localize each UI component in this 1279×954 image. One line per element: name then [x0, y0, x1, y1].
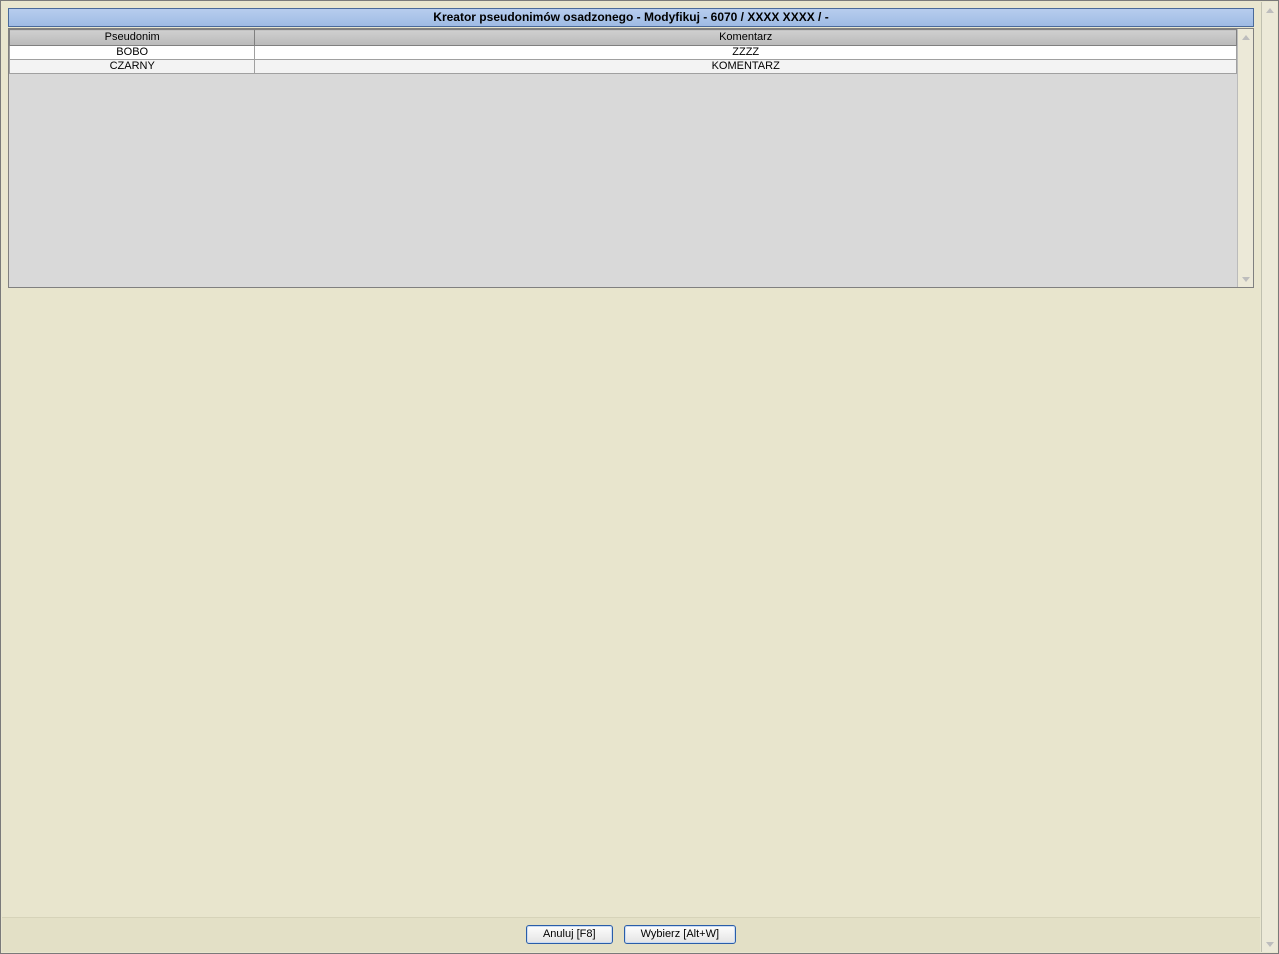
chevron-down-icon — [1242, 277, 1250, 282]
cell-comment: ZZZZ — [255, 46, 1237, 60]
scroll-down-button[interactable] — [1238, 271, 1253, 287]
table-row[interactable]: CZARNY KOMENTARZ — [10, 60, 1237, 74]
table-header-row: Pseudonim Komentarz — [10, 30, 1237, 46]
table-row[interactable]: BOBO ZZZZ — [10, 46, 1237, 60]
pseudonym-grid: Pseudonim Komentarz BOBO ZZZZ CZARNY — [8, 28, 1254, 288]
cancel-button[interactable]: Anuluj [F8] — [526, 925, 613, 944]
window-title: Kreator pseudonimów osadzonego - Modyfik… — [8, 8, 1254, 27]
chevron-up-icon — [1266, 8, 1274, 13]
select-button[interactable]: Wybierz [Alt+W] — [624, 925, 736, 944]
column-header-comment[interactable]: Komentarz — [255, 30, 1237, 46]
lower-panel — [2, 288, 1260, 917]
chevron-down-icon — [1266, 942, 1274, 947]
content-area: Kreator pseudonimów osadzonego - Modyfik… — [2, 2, 1260, 952]
cell-comment: KOMENTARZ — [255, 60, 1237, 74]
chevron-up-icon — [1242, 35, 1250, 40]
cell-pseudonym: BOBO — [10, 46, 255, 60]
cell-pseudonym: CZARNY — [10, 60, 255, 74]
application-window: Kreator pseudonimów osadzonego - Modyfik… — [0, 0, 1279, 954]
button-bar: Anuluj [F8] Wybierz [Alt+W] — [2, 917, 1260, 952]
upper-panel: Kreator pseudonimów osadzonego - Modyfik… — [2, 2, 1260, 288]
scroll-up-button[interactable] — [1238, 29, 1253, 45]
grid-body: Pseudonim Komentarz BOBO ZZZZ CZARNY — [9, 29, 1237, 287]
page-scrollbar[interactable] — [1261, 2, 1277, 952]
data-table: Pseudonim Komentarz BOBO ZZZZ CZARNY — [9, 29, 1237, 74]
page-scroll-down-button[interactable] — [1262, 936, 1277, 952]
page-scroll-up-button[interactable] — [1262, 2, 1277, 18]
column-header-pseudonym[interactable]: Pseudonim — [10, 30, 255, 46]
grid-scrollbar[interactable] — [1237, 29, 1253, 287]
